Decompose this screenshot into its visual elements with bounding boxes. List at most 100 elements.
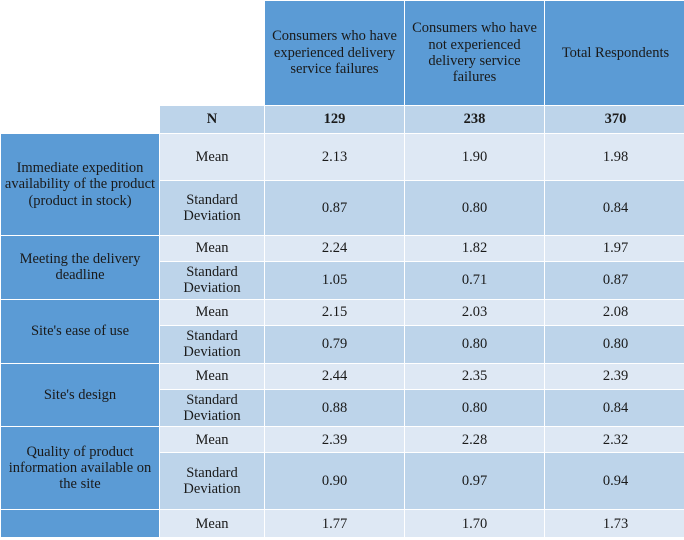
value-cell-0-mean-not-experienced: 1.90 bbox=[405, 134, 544, 180]
attribute-label-cell-1: Meeting the delivery deadline bbox=[1, 236, 159, 299]
statistic-label-cell-1-sd: Standard Deviation bbox=[160, 262, 264, 299]
column-header-experienced: Consumers who have experienced delivery … bbox=[265, 1, 404, 105]
attribute-label-1: Meeting the delivery deadline bbox=[19, 251, 141, 284]
value-4-sd-experienced: 0.90 bbox=[321, 473, 348, 490]
value-cell-3-sd-total: 0.84 bbox=[545, 389, 684, 427]
value-5-mean-experienced: 1.77 bbox=[321, 515, 348, 532]
value-4-mean-experienced: 2.39 bbox=[321, 431, 348, 448]
attribute-label-cell-3: Site's design bbox=[1, 363, 159, 427]
value-5-mean-total: 1.73 bbox=[602, 515, 629, 532]
value-2-mean-experienced: 2.15 bbox=[321, 304, 348, 321]
value-cell-1-sd-total: 0.87 bbox=[545, 262, 684, 299]
value-3-mean-not-experienced: 2.35 bbox=[461, 367, 488, 384]
statistic-label-cell-4-mean: Mean bbox=[160, 427, 264, 453]
column-header-not-experienced-label: Consumers who have not experienced deliv… bbox=[412, 20, 537, 86]
attribute-label-cell-0: Immediate expedition availability of the… bbox=[1, 134, 159, 235]
value-cell-4-sd-total: 0.94 bbox=[545, 453, 684, 510]
value-2-mean-total: 2.08 bbox=[602, 304, 629, 321]
column-header-not-experienced: Consumers who have not experienced deliv… bbox=[405, 1, 544, 105]
value-cell-3-mean-not-experienced: 2.35 bbox=[405, 363, 544, 389]
statistic-label-1-mean: Mean bbox=[195, 240, 229, 257]
statistic-label-cell-2-sd: Standard Deviation bbox=[160, 325, 264, 363]
value-cell-4-sd-not-experienced: 0.97 bbox=[405, 453, 544, 510]
value-cell-2-mean-total: 2.08 bbox=[545, 299, 684, 325]
statistic-label-3-sd: Standard Deviation bbox=[183, 391, 241, 424]
descriptive-statistics-table: Consumers who have experienced delivery … bbox=[0, 0, 684, 539]
value-3-sd-not-experienced: 0.80 bbox=[461, 399, 488, 416]
statistic-label-cell-4-sd: Standard Deviation bbox=[160, 453, 264, 510]
attribute-label-2: Site's ease of use bbox=[30, 322, 130, 339]
table-row: Site's design Mean 2.44 2.35 2.39 bbox=[1, 363, 684, 427]
value-5-mean-not-experienced: 1.70 bbox=[461, 515, 488, 532]
attribute-label-3: Site's design bbox=[43, 386, 117, 403]
value-2-mean-not-experienced: 2.03 bbox=[461, 304, 488, 321]
statistic-label-5-mean: Mean bbox=[195, 515, 229, 532]
value-cell-0-mean-total: 1.98 bbox=[545, 134, 684, 180]
value-cell-1-mean-not-experienced: 1.82 bbox=[405, 236, 544, 261]
n-row-not-experienced-value: 238 bbox=[463, 111, 486, 128]
value-1-mean-total: 1.97 bbox=[602, 240, 629, 257]
value-cell-0-sd-not-experienced: 0.80 bbox=[405, 181, 544, 235]
value-cell-0-mean-experienced: 2.13 bbox=[265, 134, 404, 180]
value-0-mean-experienced: 2.13 bbox=[321, 148, 348, 165]
value-0-sd-experienced: 0.87 bbox=[321, 199, 348, 216]
value-cell-1-mean-total: 1.97 bbox=[545, 236, 684, 261]
n-row-not-experienced-cell: 238 bbox=[405, 106, 544, 133]
value-cell-2-sd-experienced: 0.79 bbox=[265, 325, 404, 363]
column-header-total-respondents-label: Total Respondents bbox=[561, 44, 670, 61]
value-4-sd-not-experienced: 0.97 bbox=[461, 473, 488, 490]
statistic-label-2-sd: Standard Deviation bbox=[183, 327, 241, 361]
value-0-sd-total: 0.84 bbox=[602, 199, 629, 216]
value-4-mean-total: 2.32 bbox=[602, 431, 629, 448]
value-cell-5-mean-experienced: 1.77 bbox=[265, 510, 404, 538]
table-row: Immediate expedition availability of the… bbox=[1, 134, 684, 235]
table-header-row: Consumers who have experienced delivery … bbox=[1, 1, 684, 105]
table-row: Meeting the delivery deadline Mean 2.24 … bbox=[1, 236, 684, 299]
statistic-label-cell-3-mean: Mean bbox=[160, 363, 264, 389]
value-3-mean-experienced: 2.44 bbox=[321, 367, 348, 384]
n-row-experienced-value: 129 bbox=[323, 111, 346, 128]
statistic-label-cell-1-mean: Mean bbox=[160, 236, 264, 261]
column-header-total-respondents: Total Respondents bbox=[545, 1, 684, 105]
value-cell-1-sd-not-experienced: 0.71 bbox=[405, 262, 544, 299]
table-row: Site's ease of use Mean 2.15 2.03 2.08 bbox=[1, 299, 684, 363]
value-cell-1-mean-experienced: 2.24 bbox=[265, 236, 404, 261]
value-cell-1-sd-experienced: 1.05 bbox=[265, 262, 404, 299]
value-1-sd-total: 0.87 bbox=[602, 272, 629, 289]
attribute-label-cell-5 bbox=[1, 510, 159, 538]
value-cell-5-mean-total: 1.73 bbox=[545, 510, 684, 538]
table-row: Quality of product information available… bbox=[1, 427, 684, 510]
statistic-label-0-sd: Standard Deviation bbox=[183, 191, 241, 224]
value-0-mean-total: 1.98 bbox=[602, 148, 629, 165]
n-row-experienced-cell: 129 bbox=[265, 106, 404, 133]
value-3-sd-total: 0.84 bbox=[602, 399, 629, 416]
attribute-label-4: Quality of product information available… bbox=[8, 443, 152, 493]
n-row-total-cell: 370 bbox=[545, 106, 684, 133]
value-0-sd-not-experienced: 0.80 bbox=[461, 199, 488, 216]
value-1-mean-experienced: 2.24 bbox=[321, 240, 348, 257]
value-cell-4-mean-experienced: 2.39 bbox=[265, 427, 404, 453]
header-corner-blank-attribute bbox=[1, 1, 159, 105]
table-row-n: N 129 238 370 bbox=[1, 106, 684, 133]
value-1-mean-not-experienced: 1.82 bbox=[461, 240, 488, 257]
statistic-label-cell-0-mean: Mean bbox=[160, 134, 264, 180]
header-corner-blank-statistic bbox=[160, 1, 264, 105]
n-row-total-value: 370 bbox=[604, 111, 627, 128]
table-row: Mean 1.77 1.70 1.73 bbox=[1, 510, 684, 538]
statistic-label-0-mean: Mean bbox=[195, 148, 229, 165]
value-cell-2-sd-total: 0.80 bbox=[545, 325, 684, 363]
value-cell-3-sd-not-experienced: 0.80 bbox=[405, 389, 544, 427]
value-2-sd-total: 0.80 bbox=[602, 335, 629, 352]
value-3-mean-total: 2.39 bbox=[602, 367, 629, 384]
value-0-mean-not-experienced: 1.90 bbox=[461, 148, 488, 165]
value-cell-2-mean-experienced: 2.15 bbox=[265, 299, 404, 325]
value-cell-4-sd-experienced: 0.90 bbox=[265, 453, 404, 510]
statistic-label-cell-0-sd: Standard Deviation bbox=[160, 181, 264, 235]
statistic-label-3-mean: Mean bbox=[195, 367, 229, 384]
value-4-mean-not-experienced: 2.28 bbox=[461, 431, 488, 448]
value-2-sd-experienced: 0.79 bbox=[321, 335, 348, 352]
value-cell-3-mean-experienced: 2.44 bbox=[265, 363, 404, 389]
statistic-label-cell-5-mean: Mean bbox=[160, 510, 264, 538]
n-row-blank-attribute bbox=[1, 106, 159, 133]
value-cell-0-sd-experienced: 0.87 bbox=[265, 181, 404, 235]
